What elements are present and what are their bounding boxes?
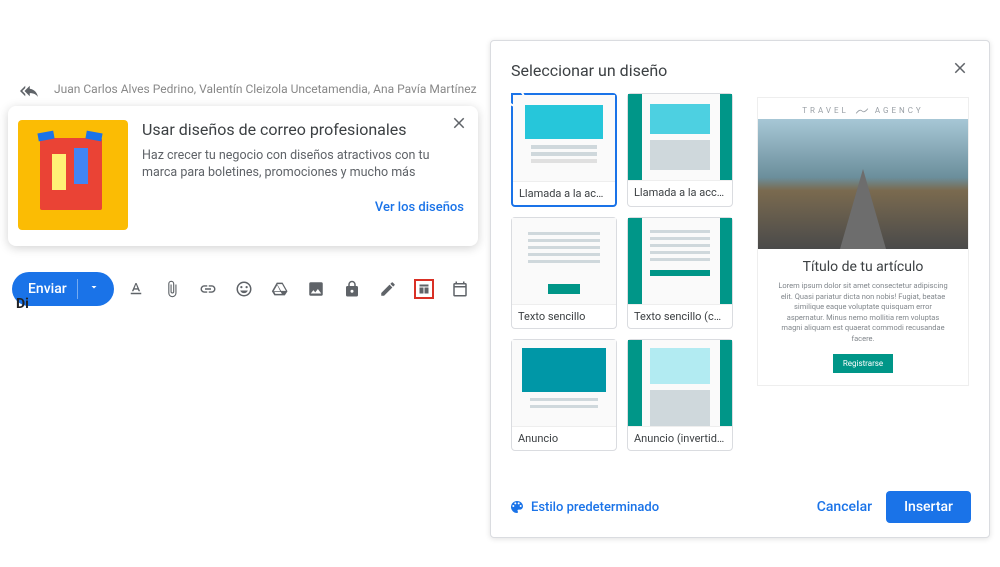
- emoji-icon[interactable]: [234, 279, 254, 299]
- layouts-icon[interactable]: [414, 279, 434, 299]
- insert-button[interactable]: Insertar: [886, 491, 971, 523]
- preview-brand: TRAVEL AGENCY: [758, 98, 968, 119]
- preview-hero-image: [758, 119, 968, 249]
- cancel-button[interactable]: Cancelar: [817, 499, 872, 515]
- format-icon[interactable]: [126, 279, 146, 299]
- close-icon[interactable]: [450, 114, 468, 136]
- template-label: Texto sencillo: [512, 304, 616, 328]
- template-grid: ✓Llamada a la acción Llamada a la acci...…: [511, 93, 737, 479]
- drive-icon[interactable]: [270, 279, 290, 299]
- promo-illustration: [18, 120, 128, 230]
- confidential-icon[interactable]: [342, 279, 362, 299]
- template-label: Llamada a la acci...: [628, 180, 732, 204]
- attachment-icon[interactable]: [162, 279, 182, 299]
- template-preview: TRAVEL AGENCY Título de tu artículo Lore…: [749, 93, 973, 479]
- send-more-icon[interactable]: [88, 281, 108, 297]
- compose-toolbar: Enviar: [8, 270, 478, 308]
- template-thumb[interactable]: Texto sencillo (col...: [627, 217, 733, 329]
- preview-article-title: Título de tu artículo: [758, 259, 968, 275]
- preview-cta-button[interactable]: Registrarse: [833, 354, 893, 373]
- promo-title: Usar diseños de correo profesionales: [142, 120, 464, 141]
- promo-card: Usar diseños de correo profesionales Haz…: [8, 106, 478, 246]
- template-label: Llamada a la acción: [513, 181, 615, 205]
- promo-text: Usar diseños de correo profesionales Haz…: [142, 120, 464, 215]
- recipients-line[interactable]: Juan Carlos Alves Pedrino, Valentín Clei…: [8, 80, 478, 100]
- template-label: Anuncio (invertido): [628, 426, 732, 450]
- template-label: Anuncio: [512, 426, 616, 450]
- close-icon[interactable]: [951, 59, 969, 81]
- view-designs-link[interactable]: Ver los diseños: [142, 200, 464, 215]
- default-style-link[interactable]: Estilo predeterminado: [509, 499, 659, 515]
- template-thumb[interactable]: Anuncio (invertido): [627, 339, 733, 451]
- truncated-text: Di: [16, 296, 29, 312]
- select-layout-dialog: Seleccionar un diseño ✓Llamada a la acci…: [490, 40, 990, 538]
- image-icon[interactable]: [306, 279, 326, 299]
- promo-body: Haz crecer tu negocio con diseños atract…: [142, 147, 464, 182]
- template-thumb[interactable]: Texto sencillo: [511, 217, 617, 329]
- signature-icon[interactable]: [378, 279, 398, 299]
- send-label: Enviar: [28, 281, 67, 297]
- link-icon[interactable]: [198, 279, 218, 299]
- template-label: Texto sencillo (col...: [628, 304, 732, 328]
- preview-lorem: Lorem ipsum dolor sit amet consectetur a…: [758, 281, 968, 344]
- template-thumb[interactable]: ✓Llamada a la acción: [511, 93, 617, 207]
- dialog-title: Seleccionar un diseño: [511, 61, 667, 80]
- template-thumb[interactable]: Llamada a la acci...: [627, 93, 733, 207]
- schedule-icon[interactable]: [450, 279, 470, 299]
- compose-area: Juan Carlos Alves Pedrino, Valentín Clei…: [8, 80, 478, 308]
- reply-all-icon[interactable]: [20, 82, 38, 104]
- template-thumb[interactable]: Anuncio: [511, 339, 617, 451]
